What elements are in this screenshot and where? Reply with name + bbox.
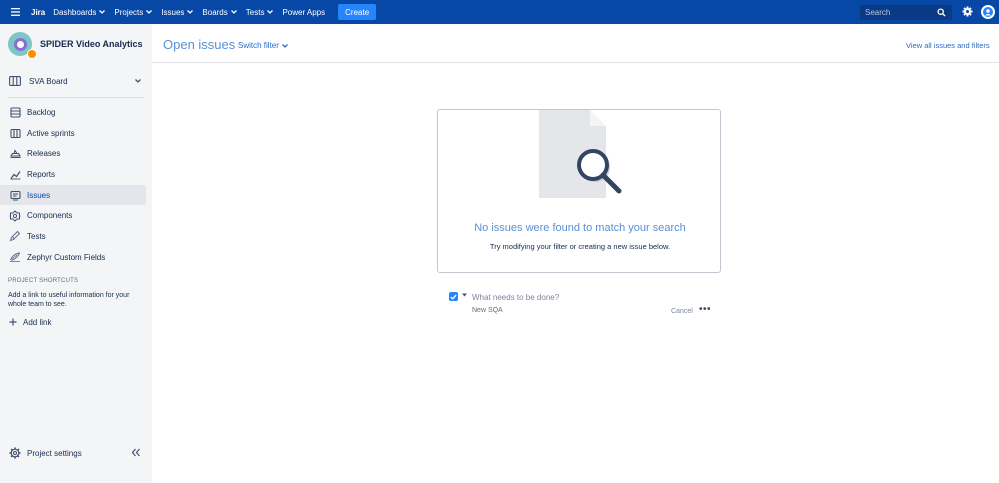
view-all-issues-link[interactable]: View all issues and filters bbox=[906, 41, 990, 50]
switch-filter-label: Switch filter bbox=[238, 41, 279, 50]
sidebar-item-label: Releases bbox=[27, 149, 61, 159]
nav-dashboards-label: Dashboards bbox=[53, 7, 97, 17]
board-selector-label: SVA Board bbox=[29, 76, 68, 86]
nav-tests[interactable]: Tests bbox=[246, 8, 274, 17]
project-shortcuts-heading: PROJECT SHORTCUTS bbox=[8, 277, 79, 284]
search-placeholder: Search bbox=[865, 8, 891, 17]
inline-create-issue: New SQA Cancel ••• bbox=[449, 291, 714, 321]
nav-dashboards[interactable]: Dashboards bbox=[53, 7, 106, 17]
gear-icon bbox=[9, 447, 21, 459]
empty-state-title: No issues were found to match your searc… bbox=[474, 222, 686, 234]
empty-state-subtitle: Try modifying your filter or creating a … bbox=[489, 242, 671, 251]
top-navigation: Jira Dashboards Projects Issues Boards T… bbox=[0, 0, 999, 24]
nav-issues-label: Issues bbox=[161, 7, 185, 17]
sidebar-item-zephyr-custom-fields[interactable]: Zephyr Custom Fields bbox=[0, 247, 146, 268]
issue-type-label: New SQA bbox=[472, 307, 503, 314]
header-divider bbox=[152, 62, 999, 63]
nav-projects[interactable]: Projects bbox=[114, 7, 153, 17]
sidebar-item-label: Tests bbox=[27, 231, 46, 241]
cancel-button[interactable]: Cancel bbox=[671, 308, 693, 315]
chevron-down-icon bbox=[187, 10, 194, 14]
add-link-label: Add link bbox=[23, 317, 52, 327]
user-avatar[interactable] bbox=[981, 5, 995, 19]
reports-icon bbox=[9, 168, 21, 180]
issue-summary-input[interactable] bbox=[472, 291, 702, 303]
plus-icon bbox=[9, 318, 17, 326]
create-button[interactable]: Create bbox=[338, 4, 377, 20]
caret-down-icon[interactable] bbox=[462, 293, 467, 297]
check-icon bbox=[450, 294, 457, 300]
empty-state-card: No issues were found to match your searc… bbox=[437, 109, 721, 273]
add-link-button[interactable]: Add link bbox=[0, 318, 152, 327]
sidebar-item-reports[interactable]: Reports bbox=[0, 164, 146, 185]
tests-icon bbox=[9, 230, 21, 242]
chevron-down-icon bbox=[230, 10, 237, 14]
sidebar-divider bbox=[8, 97, 144, 98]
project-settings-label: Project settings bbox=[27, 448, 82, 458]
nav-projects-label: Projects bbox=[114, 7, 144, 17]
nav-boards[interactable]: Boards bbox=[202, 7, 237, 17]
sidebar-item-label: Components bbox=[27, 211, 73, 221]
nav-issues[interactable]: Issues bbox=[161, 7, 194, 17]
project-sidebar: SPIDER Video Analytics SVA Board Backlog… bbox=[0, 24, 152, 483]
search-icon bbox=[937, 8, 946, 17]
backlog-icon bbox=[9, 106, 21, 118]
nav-power-apps-label: Power Apps bbox=[282, 7, 326, 17]
nav-power-apps[interactable]: Power Apps bbox=[282, 8, 325, 17]
project-avatar bbox=[8, 32, 37, 59]
sidebar-item-label: Reports bbox=[27, 169, 56, 179]
page-title: Open issues bbox=[163, 37, 236, 52]
project-shortcuts-description: Add a link to useful information for you… bbox=[8, 291, 130, 308]
sidebar-item-active-sprints[interactable]: Active sprints bbox=[0, 123, 146, 144]
more-options-icon[interactable]: ••• bbox=[699, 304, 711, 315]
app-switcher-icon[interactable] bbox=[5, 0, 25, 24]
chevron-down-icon bbox=[135, 79, 141, 83]
document-search-icon bbox=[539, 110, 622, 198]
board-selector[interactable]: SVA Board bbox=[0, 71, 152, 91]
sidebar-item-label: Issues bbox=[27, 190, 51, 200]
sidebar-item-components[interactable]: Components bbox=[0, 205, 146, 226]
project-settings-link[interactable]: Project settings bbox=[9, 447, 82, 459]
switch-filter-button[interactable]: Switch filter bbox=[238, 41, 288, 50]
search-input[interactable]: Search bbox=[860, 5, 952, 20]
sidebar-item-label: Backlog bbox=[27, 107, 56, 117]
releases-icon bbox=[9, 148, 21, 160]
project-name: SPIDER Video Analytics bbox=[40, 39, 143, 49]
sidebar-item-label: Zephyr Custom Fields bbox=[27, 252, 106, 262]
collapse-sidebar-icon[interactable] bbox=[131, 448, 141, 457]
sprints-icon bbox=[9, 127, 21, 139]
user-icon bbox=[983, 7, 993, 17]
jira-logo[interactable]: Jira bbox=[31, 8, 45, 17]
sidebar-item-tests[interactable]: Tests bbox=[0, 226, 146, 247]
project-header[interactable]: SPIDER Video Analytics bbox=[0, 24, 152, 64]
gear-icon[interactable] bbox=[962, 6, 973, 17]
project-badge-icon bbox=[27, 49, 37, 59]
chevron-down-icon bbox=[267, 10, 274, 14]
sidebar-item-label: Active sprints bbox=[27, 128, 75, 138]
zephyr-icon bbox=[9, 251, 21, 263]
sidebar-item-backlog[interactable]: Backlog bbox=[0, 102, 146, 123]
chevron-down-icon bbox=[99, 10, 106, 14]
components-icon bbox=[9, 210, 21, 222]
chevron-down-icon bbox=[281, 43, 288, 48]
nav-tests-label: Tests bbox=[245, 7, 265, 17]
sidebar-item-releases[interactable]: Releases bbox=[0, 143, 146, 164]
issues-icon bbox=[9, 189, 21, 201]
nav-boards-label: Boards bbox=[202, 7, 228, 17]
issue-type-checkbox[interactable] bbox=[449, 292, 458, 301]
board-icon bbox=[9, 76, 21, 86]
sidebar-item-issues[interactable]: Issues bbox=[0, 184, 146, 206]
chevron-down-icon bbox=[146, 10, 153, 14]
